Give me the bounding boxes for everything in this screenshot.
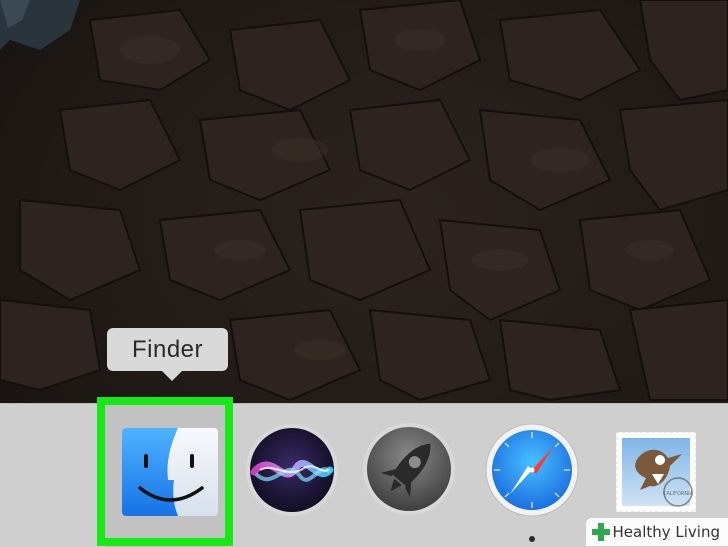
stamp-text: CALIFORNIA — [663, 491, 694, 497]
dock-item-siri[interactable] — [243, 404, 341, 547]
finder-tooltip: Finder — [107, 328, 228, 371]
launchpad-rocket-icon — [362, 422, 456, 516]
running-indicator — [529, 536, 535, 542]
dock-item-finder[interactable] — [105, 404, 225, 547]
safari-compass-icon — [484, 422, 580, 518]
finder-icon — [122, 428, 218, 516]
mail-stamp-icon: CALIFORNIA — [612, 428, 700, 516]
tooltip-label: Finder — [132, 336, 203, 364]
dock-item-safari[interactable] — [482, 404, 580, 547]
watermark: Healthy Living — [586, 518, 728, 546]
plus-cross-icon — [592, 523, 610, 541]
siri-icon — [244, 422, 340, 518]
watermark-text: Healthy Living — [613, 523, 721, 541]
dock-item-launchpad[interactable] — [360, 404, 456, 547]
